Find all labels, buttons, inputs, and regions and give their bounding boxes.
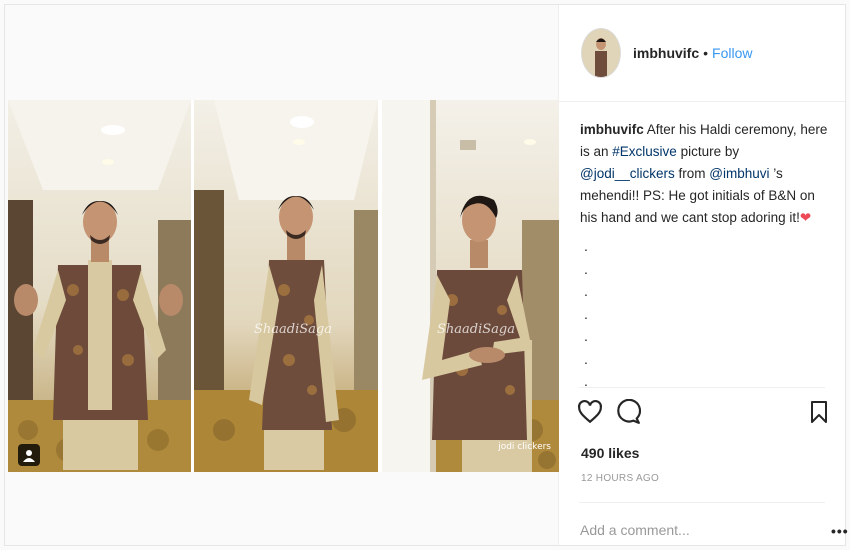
follow-button[interactable]: Follow — [712, 45, 752, 61]
heart-emoji: ❤ — [799, 210, 812, 225]
caption-dot: . — [584, 305, 588, 322]
post-timestamp[interactable]: 12 HOURS AGO — [581, 473, 659, 484]
photo-3: ShaadiSaga jodi clickers — [382, 100, 559, 472]
photo-2-image — [194, 100, 378, 472]
post-actions — [577, 398, 829, 430]
post-media: ShaadiSaga ShaadiSaga jodi clickers — [5, 5, 559, 545]
mention-link[interactable]: @imbhuvi — [709, 166, 769, 181]
caption-dot: . — [584, 260, 588, 277]
more-options-button[interactable]: ••• — [831, 523, 849, 539]
heart-icon[interactable] — [577, 399, 603, 430]
divider — [579, 502, 825, 503]
post-sidebar: imbhuvifc • Follow imbhuvifc After his H… — [559, 5, 848, 545]
divider — [579, 387, 825, 388]
watermark: ShaadiSaga — [437, 322, 515, 337]
post-caption: imbhuvifc After his Haldi ceremony, here… — [580, 119, 830, 229]
avatar[interactable] — [581, 28, 621, 78]
caption-dot: . — [584, 350, 588, 367]
caption-text: from — [674, 166, 710, 181]
photo-2: ShaadiSaga — [194, 100, 378, 472]
caption-text: picture by — [676, 144, 740, 159]
photo-3-image — [382, 100, 559, 472]
hashtag-link[interactable]: #Exclusive — [612, 144, 677, 159]
photo-credit: jodi clickers — [498, 442, 551, 452]
caption-dots: . . . . . . . — [584, 235, 588, 393]
user-tag-icon[interactable] — [18, 444, 40, 466]
mention-link[interactable]: @jodi__clickers — [580, 166, 675, 181]
comment-icon[interactable] — [615, 398, 642, 430]
photo-1 — [8, 100, 191, 472]
caption-dot: . — [584, 328, 588, 344]
caption-dot: . — [584, 373, 588, 389]
caption-dot: . — [584, 238, 588, 254]
post-frame: ShaadiSaga ShaadiSaga jodi clickers imbh… — [4, 4, 848, 546]
photo-collage[interactable]: ShaadiSaga ShaadiSaga jodi clickers — [8, 100, 559, 472]
watermark: ShaadiSaga — [254, 322, 332, 337]
post-username[interactable]: imbhuvifc — [633, 45, 699, 61]
photo-1-image — [8, 100, 191, 472]
separator-dot: • — [703, 45, 709, 61]
comment-input[interactable]: Add a comment... — [580, 522, 780, 538]
post-header: imbhuvifc • Follow — [559, 5, 845, 102]
caption-username[interactable]: imbhuvifc — [580, 122, 644, 137]
likes-count[interactable]: 490 likes — [581, 445, 639, 461]
bookmark-icon[interactable] — [809, 400, 829, 429]
caption-dot: . — [584, 283, 588, 299]
